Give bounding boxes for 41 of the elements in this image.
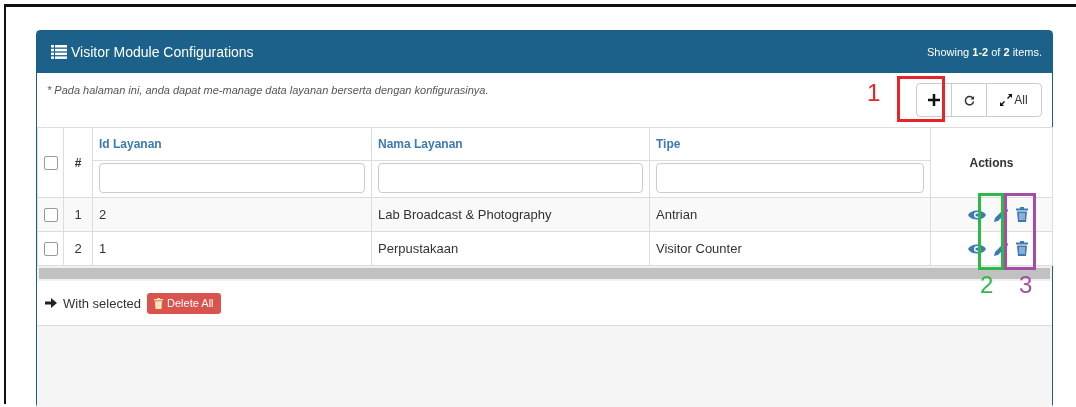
refresh-button[interactable] bbox=[951, 83, 987, 117]
filter-field[interactable] bbox=[378, 163, 643, 193]
table-cell: Visitor Counter bbox=[656, 241, 742, 256]
table-cell: 2 bbox=[99, 207, 107, 222]
column-header: Actions bbox=[969, 155, 1014, 170]
list-icon bbox=[51, 45, 67, 59]
table-cell: Lab Broadcast & Photography bbox=[378, 207, 552, 222]
column-header: # bbox=[74, 155, 82, 170]
column-header[interactable]: Tipe bbox=[656, 137, 681, 151]
annotation-number: 2 bbox=[980, 273, 994, 297]
right-arrow-icon bbox=[45, 298, 57, 308]
annotation-number: 3 bbox=[1019, 273, 1033, 297]
trash-icon[interactable] bbox=[1016, 207, 1028, 222]
table-cell: Perpustakaan bbox=[378, 241, 459, 256]
view-eye-icon[interactable] bbox=[968, 242, 986, 255]
row-checkbox[interactable] bbox=[44, 208, 58, 223]
refresh-icon bbox=[963, 94, 975, 106]
table-cell: 1 bbox=[99, 241, 107, 256]
expand-button[interactable]: All bbox=[986, 83, 1042, 117]
pencil-icon[interactable] bbox=[994, 241, 1008, 256]
column-header[interactable]: Id Layanan bbox=[99, 137, 162, 151]
panel-title: Visitor Module Configurations bbox=[71, 44, 254, 60]
row-number: 2 bbox=[74, 241, 82, 256]
hint-text: * Pada halaman ini, anda dapat me-manage data layanan berserta dengan konfigurasinya. bbox=[47, 84, 489, 98]
trash-icon[interactable] bbox=[1016, 241, 1028, 256]
row-number: 1 bbox=[74, 207, 82, 222]
annotation-number: 1 bbox=[867, 81, 881, 105]
table-cell: Antrian bbox=[656, 207, 698, 222]
select-all-checkbox[interactable] bbox=[44, 155, 58, 170]
row-checkbox[interactable] bbox=[44, 242, 58, 257]
pencil-icon[interactable] bbox=[994, 207, 1008, 222]
plus-icon bbox=[928, 94, 940, 106]
view-eye-icon[interactable] bbox=[968, 208, 986, 221]
item-count: Showing 1-2 of 2 items. bbox=[927, 46, 1042, 58]
trash-icon bbox=[154, 297, 164, 309]
column-header[interactable]: Nama Layanan bbox=[378, 137, 463, 151]
with-selected-label: With selected bbox=[63, 295, 142, 311]
filter-field[interactable] bbox=[656, 163, 924, 193]
expand-icon bbox=[1000, 94, 1013, 106]
delete-all-button[interactable]: Delete All bbox=[147, 292, 221, 314]
filter-field[interactable] bbox=[99, 163, 365, 193]
